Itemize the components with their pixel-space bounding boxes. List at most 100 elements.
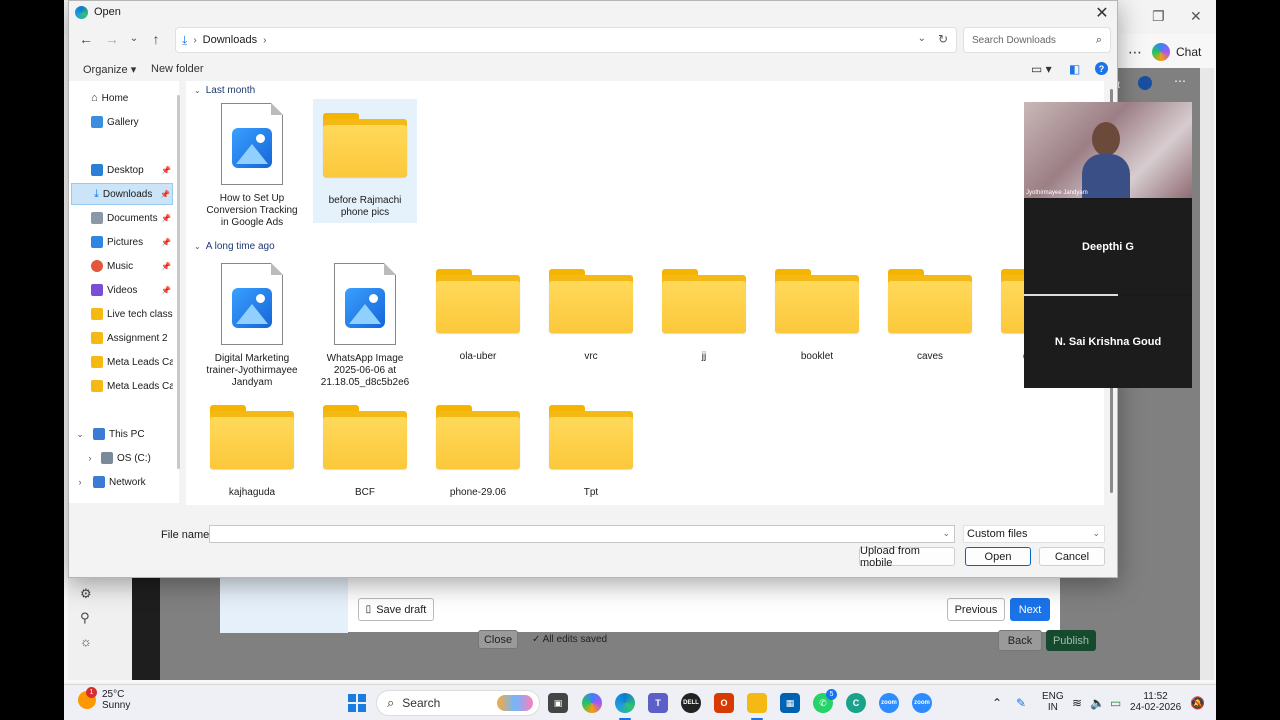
nav-scrollbar[interactable]: [177, 95, 180, 469]
folder-item[interactable]: vrc: [539, 267, 643, 363]
office-icon[interactable]: O: [714, 693, 734, 713]
open-button[interactable]: Open: [965, 547, 1031, 566]
taskbar-search[interactable]: ⌕ Search: [376, 690, 540, 716]
view-options-icon[interactable]: ▭ ▾: [1031, 62, 1052, 76]
folder-item[interactable]: kajhaguda: [200, 403, 304, 499]
next-button[interactable]: Next: [1010, 598, 1050, 621]
new-folder-button[interactable]: New folder: [151, 63, 204, 75]
up-arrow-icon[interactable]: ↑: [147, 31, 165, 47]
help-button[interactable]: ?: [1095, 62, 1108, 75]
nav-item-videos[interactable]: Videos 📌: [71, 279, 173, 301]
settings-icon[interactable]: ⚙: [80, 586, 92, 602]
dialog-close-icon[interactable]: ✕: [1093, 3, 1111, 23]
file-type-select[interactable]: Custom files ⌄: [963, 525, 1105, 543]
file-item[interactable]: Digital Marketing trainer-Jyothirmayee J…: [200, 263, 304, 389]
teams-icon[interactable]: T: [648, 693, 668, 713]
file-explorer-icon[interactable]: [747, 693, 767, 713]
nav-item-meta-leads-1[interactable]: Meta Leads Cam: [71, 351, 173, 373]
language-indicator[interactable]: ENG IN: [1042, 691, 1064, 713]
folder-item[interactable]: phone-29.06: [426, 403, 530, 499]
organize-button[interactable]: Organize ▾: [83, 63, 136, 76]
nav-item-os-c[interactable]: › OS (C:): [71, 447, 173, 469]
nav-item-this-pc[interactable]: ⌄ This PC: [71, 423, 173, 445]
store-icon[interactable]: ▦: [780, 693, 800, 713]
nav-item-downloads[interactable]: ⤓ Downloads 📌: [71, 183, 173, 205]
speaker-icon[interactable]: 🔈: [1090, 696, 1105, 710]
participant-camera-tile[interactable]: Jyothirmayee Jandyam: [1024, 102, 1192, 198]
windows-start-icon[interactable]: [348, 694, 366, 712]
wifi-icon[interactable]: ≋: [1072, 696, 1082, 710]
copilot-chat-button[interactable]: Chat: [1152, 43, 1201, 61]
nav-item-gallery[interactable]: Gallery: [71, 111, 173, 133]
preview-pane-icon[interactable]: ◧: [1069, 62, 1080, 76]
expand-chevron-icon[interactable]: ⌄: [75, 429, 85, 440]
search-downloads-input[interactable]: Search Downloads ⌕: [963, 27, 1111, 53]
nav-item-live-tech-classes[interactable]: Live tech classes: [71, 303, 173, 325]
forward-arrow-icon[interactable]: →: [103, 31, 121, 47]
page-scrollbar[interactable]: [1200, 68, 1214, 680]
battery-icon[interactable]: ▭: [1110, 696, 1121, 710]
upload-from-mobile-button[interactable]: Upload from mobile: [859, 545, 955, 569]
notification-bell-icon[interactable]: 🔕: [1190, 696, 1205, 710]
address-bar[interactable]: ⤓ › Downloads › ⌄ ↻: [175, 27, 957, 53]
chevron-down-icon[interactable]: ⌄: [942, 528, 950, 539]
expand-chevron-icon[interactable]: ›: [85, 453, 95, 463]
nav-item-home[interactable]: ⌂ Home: [71, 87, 173, 109]
participant-tile[interactable]: N. Sai Krishna Goud: [1024, 296, 1192, 388]
folder-item[interactable]: booklet: [765, 267, 869, 363]
clock[interactable]: 11:52 24-02-2026: [1130, 691, 1181, 713]
zoom-icon[interactable]: zoom: [879, 693, 899, 713]
publish-button[interactable]: Publish: [1046, 630, 1096, 651]
previous-button[interactable]: Previous: [947, 598, 1005, 621]
folder-item[interactable]: caves: [878, 267, 982, 363]
file-item[interactable]: How to Set Up Conversion Tracking in Goo…: [200, 103, 304, 229]
nav-item-music[interactable]: Music 📌: [71, 255, 173, 277]
folder-item[interactable]: ola-uber: [426, 267, 530, 363]
zoom-icon[interactable]: zoom: [912, 693, 932, 713]
weather-widget[interactable]: 1 25°C Sunny: [78, 687, 130, 711]
nav-item-desktop[interactable]: Desktop 📌: [71, 159, 173, 181]
close-window-icon[interactable]: ✕: [1190, 8, 1202, 25]
nav-item-assignment-2[interactable]: Assignment 2: [71, 327, 173, 349]
nav-item-meta-leads-2[interactable]: Meta Leads Cam: [71, 375, 173, 397]
close-button[interactable]: Close: [478, 630, 518, 649]
folder-item[interactable]: Tpt: [539, 403, 643, 499]
pen-icon[interactable]: ✎: [1016, 696, 1026, 710]
tray-chevron-up-icon[interactable]: ⌃: [992, 696, 1002, 710]
save-draft-button[interactable]: ▯ Save draft: [358, 598, 434, 621]
toggle-dot-icon[interactable]: [1138, 76, 1152, 90]
pin-icon: 📌: [161, 261, 171, 271]
dell-icon[interactable]: DELL: [681, 693, 701, 713]
folder-item[interactable]: BCF: [313, 403, 417, 499]
participant-tile[interactable]: Deepthi G: [1024, 200, 1192, 294]
recent-chevron-icon[interactable]: ⌄: [125, 33, 143, 44]
group-header-long-time-ago[interactable]: ⌄ A long time ago: [194, 241, 275, 252]
task-view-icon[interactable]: ▣: [548, 693, 568, 713]
copilot-icon[interactable]: [582, 693, 602, 713]
nav-label: OS (C:): [117, 452, 151, 464]
edge-icon[interactable]: [615, 693, 635, 713]
folder-item[interactable]: before Rajmachi phone pics: [313, 99, 417, 223]
organize-label: Organize: [83, 64, 128, 76]
back-button[interactable]: Back: [998, 630, 1042, 651]
search-icon[interactable]: ⚲: [80, 610, 90, 626]
file-name-input[interactable]: ⌄: [209, 525, 955, 543]
restore-icon[interactable]: ❐: [1152, 8, 1165, 25]
address-dropdown-icon[interactable]: ⌄: [918, 33, 926, 44]
file-item[interactable]: WhatsApp Image 2025-06-06 at 21.18.05_d8…: [313, 263, 417, 389]
nav-item-documents[interactable]: Documents 📌: [71, 207, 173, 229]
edge-dev-icon[interactable]: C: [846, 693, 866, 713]
folder-item[interactable]: jj: [652, 267, 756, 363]
cancel-button[interactable]: Cancel: [1039, 547, 1105, 566]
more-menu-icon[interactable]: ⋯: [1128, 44, 1142, 61]
nav-label: Videos: [107, 284, 138, 296]
breadcrumb-downloads[interactable]: Downloads: [203, 34, 257, 46]
refresh-icon[interactable]: ↻: [938, 32, 948, 46]
nav-item-network[interactable]: › Network: [71, 471, 173, 493]
expand-chevron-icon[interactable]: ›: [75, 477, 85, 487]
nav-item-pictures[interactable]: Pictures 📌: [71, 231, 173, 253]
back-arrow-icon[interactable]: ←: [77, 31, 95, 47]
bug-icon[interactable]: ☼: [80, 634, 92, 649]
group-header-last-month[interactable]: ⌄ Last month: [194, 85, 255, 96]
panel-more-icon[interactable]: ⋯: [1174, 74, 1186, 88]
